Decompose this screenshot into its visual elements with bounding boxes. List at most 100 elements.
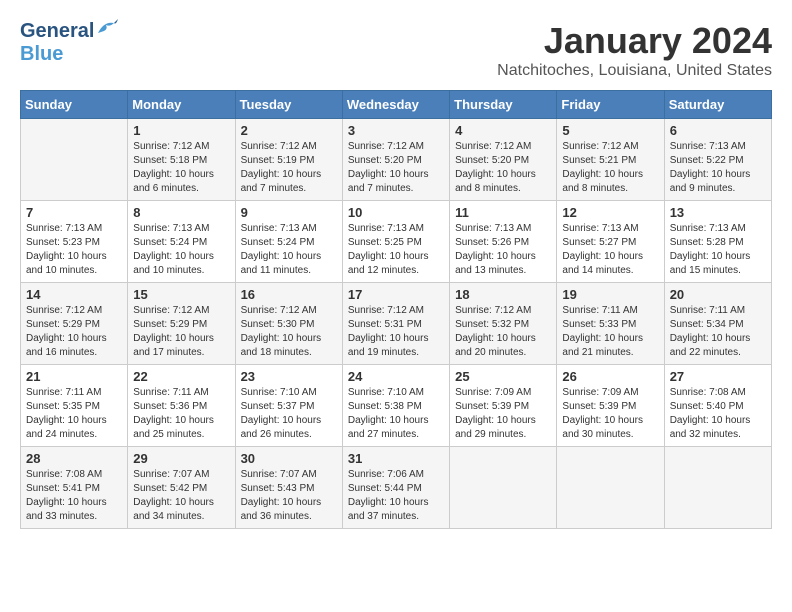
day-info: Sunrise: 7:12 AMSunset: 5:21 PMDaylight:… xyxy=(562,140,658,196)
day-info: Sunrise: 7:08 AMSunset: 5:40 PMDaylight:… xyxy=(670,386,766,442)
day-info: Sunrise: 7:11 AMSunset: 5:36 PMDaylight:… xyxy=(133,386,229,442)
table-cell: 1 Sunrise: 7:12 AMSunset: 5:18 PMDaylight… xyxy=(128,119,235,201)
day-number: 23 xyxy=(241,369,337,384)
table-cell: 5Sunrise: 7:12 AMSunset: 5:21 PMDaylight… xyxy=(557,119,664,201)
day-number: 17 xyxy=(348,287,444,302)
day-info: Sunrise: 7:07 AMSunset: 5:43 PMDaylight:… xyxy=(241,468,337,524)
table-cell: 25Sunrise: 7:09 AMSunset: 5:39 PMDayligh… xyxy=(450,365,557,447)
header-wednesday: Wednesday xyxy=(342,91,449,119)
table-cell: 6 Sunrise: 7:13 AMSunset: 5:22 PMDaylight… xyxy=(664,119,771,201)
week-row-3: 14Sunrise: 7:12 AMSunset: 5:29 PMDayligh… xyxy=(21,283,772,365)
day-info: Sunrise: 7:09 AMSunset: 5:39 PMDaylight:… xyxy=(562,386,658,442)
day-info: Sunrise: 7:06 AMSunset: 5:44 PMDaylight:… xyxy=(348,468,444,524)
day-number: 13 xyxy=(670,205,766,220)
table-cell xyxy=(450,447,557,529)
day-number: 7 xyxy=(26,205,122,220)
table-cell: 20 Sunrise: 7:11 AMSunset: 5:34 PMDayligh… xyxy=(664,283,771,365)
day-number: 18 xyxy=(455,287,551,302)
day-info: Sunrise: 7:12 AMSunset: 5:29 PMDaylight:… xyxy=(26,304,122,360)
day-info: Sunrise: 7:11 AMSunset: 5:34 PMDaylight:… xyxy=(670,304,766,360)
table-cell: 31 Sunrise: 7:06 AMSunset: 5:44 PMDayligh… xyxy=(342,447,449,529)
day-info: Sunrise: 7:13 AMSunset: 5:22 PMDaylight:… xyxy=(670,140,766,196)
week-row-1: 1 Sunrise: 7:12 AMSunset: 5:18 PMDaylight… xyxy=(21,119,772,201)
week-row-2: 7 Sunrise: 7:13 AMSunset: 5:23 PMDaylight… xyxy=(21,201,772,283)
table-cell: 10 Sunrise: 7:13 AMSunset: 5:25 PMDayligh… xyxy=(342,201,449,283)
weekday-header-row: Sunday Monday Tuesday Wednesday Thursday… xyxy=(21,91,772,119)
table-cell: 16 Sunrise: 7:12 AMSunset: 5:30 PMDayligh… xyxy=(235,283,342,365)
day-number: 4 xyxy=(455,123,551,138)
day-number: 20 xyxy=(670,287,766,302)
day-number: 31 xyxy=(348,451,444,466)
day-number: 11 xyxy=(455,205,551,220)
day-number: 8 xyxy=(133,205,229,220)
table-cell: 8 Sunrise: 7:13 AMSunset: 5:24 PMDaylight… xyxy=(128,201,235,283)
day-info: Sunrise: 7:09 AMSunset: 5:39 PMDaylight:… xyxy=(455,386,551,442)
day-number: 21 xyxy=(26,369,122,384)
table-cell: 27 Sunrise: 7:08 AMSunset: 5:40 PMDayligh… xyxy=(664,365,771,447)
day-number: 3 xyxy=(348,123,444,138)
day-number: 12 xyxy=(562,205,658,220)
table-cell: 21 Sunrise: 7:11 AMSunset: 5:35 PMDayligh… xyxy=(21,365,128,447)
table-cell: 7 Sunrise: 7:13 AMSunset: 5:23 PMDaylight… xyxy=(21,201,128,283)
table-cell: 22 Sunrise: 7:11 AMSunset: 5:36 PMDayligh… xyxy=(128,365,235,447)
day-info: Sunrise: 7:10 AMSunset: 5:38 PMDaylight:… xyxy=(348,386,444,442)
header-friday: Friday xyxy=(557,91,664,119)
calendar-table: Sunday Monday Tuesday Wednesday Thursday… xyxy=(20,90,772,529)
page-container: General Blue January 2024 Natchitoches, … xyxy=(20,20,772,529)
day-number: 2 xyxy=(241,123,337,138)
day-info: Sunrise: 7:12 AMSunset: 5:20 PMDaylight:… xyxy=(455,140,551,196)
day-info: Sunrise: 7:13 AMSunset: 5:28 PMDaylight:… xyxy=(670,222,766,278)
table-cell: 19 Sunrise: 7:11 AMSunset: 5:33 PMDayligh… xyxy=(557,283,664,365)
week-row-5: 28Sunrise: 7:08 AMSunset: 5:41 PMDayligh… xyxy=(21,447,772,529)
day-info: Sunrise: 7:12 AMSunset: 5:18 PMDaylight:… xyxy=(133,140,229,196)
day-number: 27 xyxy=(670,369,766,384)
header-monday: Monday xyxy=(128,91,235,119)
logo-bird-icon xyxy=(96,19,118,37)
day-info: Sunrise: 7:07 AMSunset: 5:42 PMDaylight:… xyxy=(133,468,229,524)
day-number: 1 xyxy=(133,123,229,138)
logo-text: General Blue xyxy=(20,20,118,66)
day-info: Sunrise: 7:13 AMSunset: 5:24 PMDaylight:… xyxy=(241,222,337,278)
day-info: Sunrise: 7:10 AMSunset: 5:37 PMDaylight:… xyxy=(241,386,337,442)
day-number: 10 xyxy=(348,205,444,220)
day-number: 26 xyxy=(562,369,658,384)
day-number: 6 xyxy=(670,123,766,138)
table-cell: 15 Sunrise: 7:12 AMSunset: 5:29 PMDayligh… xyxy=(128,283,235,365)
day-info: Sunrise: 7:12 AMSunset: 5:31 PMDaylight:… xyxy=(348,304,444,360)
table-cell: 30 Sunrise: 7:07 AMSunset: 5:43 PMDayligh… xyxy=(235,447,342,529)
day-info: Sunrise: 7:12 AMSunset: 5:32 PMDaylight:… xyxy=(455,304,551,360)
day-number: 9 xyxy=(241,205,337,220)
table-cell: 17 Sunrise: 7:12 AMSunset: 5:31 PMDayligh… xyxy=(342,283,449,365)
day-number: 19 xyxy=(562,287,658,302)
header-saturday: Saturday xyxy=(664,91,771,119)
table-cell: 13 Sunrise: 7:13 AMSunset: 5:28 PMDayligh… xyxy=(664,201,771,283)
day-info: Sunrise: 7:12 AMSunset: 5:20 PMDaylight:… xyxy=(348,140,444,196)
day-number: 15 xyxy=(133,287,229,302)
header-thursday: Thursday xyxy=(450,91,557,119)
table-cell: 12Sunrise: 7:13 AMSunset: 5:27 PMDayligh… xyxy=(557,201,664,283)
day-info: Sunrise: 7:08 AMSunset: 5:41 PMDaylight:… xyxy=(26,468,122,524)
day-info: Sunrise: 7:13 AMSunset: 5:25 PMDaylight:… xyxy=(348,222,444,278)
title-section: January 2024 Natchitoches, Louisiana, Un… xyxy=(497,20,772,80)
header: General Blue January 2024 Natchitoches, … xyxy=(20,20,772,80)
table-cell xyxy=(21,119,128,201)
day-number: 22 xyxy=(133,369,229,384)
table-cell: 26 Sunrise: 7:09 AMSunset: 5:39 PMDayligh… xyxy=(557,365,664,447)
day-info: Sunrise: 7:12 AMSunset: 5:30 PMDaylight:… xyxy=(241,304,337,360)
table-cell: 14Sunrise: 7:12 AMSunset: 5:29 PMDayligh… xyxy=(21,283,128,365)
week-row-4: 21 Sunrise: 7:11 AMSunset: 5:35 PMDayligh… xyxy=(21,365,772,447)
day-info: Sunrise: 7:11 AMSunset: 5:35 PMDaylight:… xyxy=(26,386,122,442)
table-cell: 9 Sunrise: 7:13 AMSunset: 5:24 PMDaylight… xyxy=(235,201,342,283)
day-number: 29 xyxy=(133,451,229,466)
day-info: Sunrise: 7:13 AMSunset: 5:23 PMDaylight:… xyxy=(26,222,122,278)
table-cell xyxy=(664,447,771,529)
table-cell: 2Sunrise: 7:12 AMSunset: 5:19 PMDaylight… xyxy=(235,119,342,201)
day-info: Sunrise: 7:13 AMSunset: 5:24 PMDaylight:… xyxy=(133,222,229,278)
day-info: Sunrise: 7:13 AMSunset: 5:26 PMDaylight:… xyxy=(455,222,551,278)
day-info: Sunrise: 7:12 AMSunset: 5:29 PMDaylight:… xyxy=(133,304,229,360)
location-title: Natchitoches, Louisiana, United States xyxy=(497,62,772,80)
day-info: Sunrise: 7:11 AMSunset: 5:33 PMDaylight:… xyxy=(562,304,658,360)
day-number: 30 xyxy=(241,451,337,466)
day-number: 16 xyxy=(241,287,337,302)
table-cell xyxy=(557,447,664,529)
